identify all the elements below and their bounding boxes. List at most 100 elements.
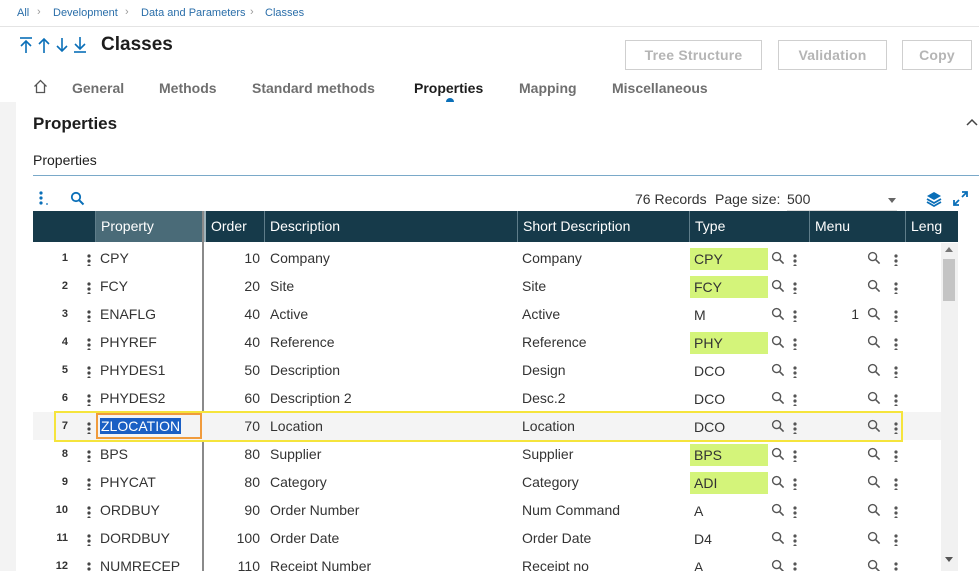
table-row[interactable]: 4 PHYREF 40 Reference Reference PHY — [33, 328, 941, 356]
expand-icon[interactable] — [952, 190, 969, 207]
table-row[interactable]: 8 BPS 80 Supplier Supplier BPS — [33, 440, 941, 468]
property-cell[interactable]: PHYDES1 — [100, 356, 200, 384]
menu-cell[interactable] — [833, 440, 859, 468]
description-cell[interactable]: Description 2 — [270, 384, 515, 412]
search-icon[interactable] — [771, 251, 785, 265]
table-row[interactable]: 3 ENAFLG 40 Active Active M 1 — [33, 300, 941, 328]
home-icon[interactable] — [33, 79, 48, 94]
type-kebab-icon[interactable] — [791, 390, 799, 406]
type-cell[interactable]: PHY — [690, 332, 768, 354]
row-actions-kebab-icon[interactable] — [85, 474, 93, 490]
row-actions-kebab-icon[interactable] — [85, 530, 93, 546]
search-icon[interactable] — [771, 307, 785, 321]
short-description-cell[interactable]: Order Date — [522, 524, 687, 552]
tree-structure-button[interactable]: Tree Structure — [625, 40, 762, 70]
search-icon[interactable] — [771, 447, 785, 461]
type-kebab-icon[interactable] — [791, 362, 799, 378]
property-cell[interactable]: BPS — [100, 440, 200, 468]
menu-kebab-icon[interactable] — [892, 334, 900, 350]
type-kebab-icon[interactable] — [791, 558, 799, 571]
menu-cell[interactable] — [833, 244, 859, 272]
table-row[interactable]: 1 CPY 10 Company Company CPY — [33, 244, 941, 272]
type-kebab-icon[interactable] — [791, 446, 799, 462]
row-actions-kebab-icon[interactable] — [85, 390, 93, 406]
menu-kebab-icon[interactable] — [892, 446, 900, 462]
property-cell[interactable]: FCY — [100, 272, 200, 300]
type-cell[interactable]: CPY — [690, 248, 768, 270]
order-cell[interactable]: 40 — [208, 328, 260, 356]
breadcrumb-data-parameters[interactable]: Data and Parameters — [141, 7, 246, 19]
description-cell[interactable]: Active — [270, 300, 515, 328]
validation-button[interactable]: Validation — [778, 40, 887, 70]
search-icon[interactable] — [867, 531, 881, 545]
search-icon[interactable] — [867, 475, 881, 489]
row-actions-kebab-icon[interactable] — [85, 250, 93, 266]
short-description-cell[interactable]: Design — [522, 356, 687, 384]
property-cell[interactable]: NUMRECEP — [100, 552, 200, 571]
short-description-cell[interactable]: Category — [522, 468, 687, 496]
description-cell[interactable]: Category — [270, 468, 515, 496]
row-actions-kebab-icon[interactable] — [85, 334, 93, 350]
short-description-cell[interactable]: Active — [522, 300, 687, 328]
type-cell[interactable]: BPS — [690, 444, 768, 466]
copy-button[interactable]: Copy — [902, 40, 972, 70]
row-actions-kebab-icon[interactable] — [85, 502, 93, 518]
type-kebab-icon[interactable] — [791, 530, 799, 546]
row-actions-kebab-icon[interactable] — [85, 362, 93, 378]
menu-kebab-icon[interactable] — [892, 306, 900, 322]
search-icon[interactable] — [867, 251, 881, 265]
order-cell[interactable]: 60 — [208, 384, 260, 412]
table-row[interactable]: 6 PHYDES2 60 Description 2 Desc.2 DCO — [33, 384, 941, 412]
arrow-first-icon[interactable] — [18, 36, 34, 54]
breadcrumb-development[interactable]: Development — [53, 7, 118, 19]
grid-scrollbar[interactable] — [941, 243, 958, 571]
menu-kebab-icon[interactable] — [892, 250, 900, 266]
arrow-down-icon[interactable] — [54, 36, 70, 54]
chevron-up-icon[interactable] — [966, 118, 978, 126]
description-cell[interactable]: Description — [270, 356, 515, 384]
breadcrumb-all[interactable]: All — [17, 7, 29, 19]
order-cell[interactable]: 80 — [208, 440, 260, 468]
type-cell[interactable]: DCO — [690, 388, 768, 410]
table-row[interactable]: 2 FCY 20 Site Site FCY — [33, 272, 941, 300]
menu-cell[interactable] — [833, 356, 859, 384]
col-header-type[interactable]: Type — [689, 211, 809, 242]
menu-kebab-icon[interactable] — [892, 502, 900, 518]
col-header-menu[interactable]: Menu — [809, 211, 905, 242]
menu-kebab-icon[interactable] — [892, 390, 900, 406]
breadcrumb-classes[interactable]: Classes — [265, 7, 304, 19]
type-kebab-icon[interactable] — [791, 502, 799, 518]
search-icon[interactable] — [867, 559, 881, 571]
property-cell[interactable]: PHYDES2 — [100, 384, 200, 412]
menu-kebab-icon[interactable] — [892, 558, 900, 571]
table-row[interactable]: 10 ORDBUY 90 Order Number Num Command A — [33, 496, 941, 524]
tab-mapping[interactable]: Mapping — [519, 80, 577, 96]
type-cell[interactable]: M — [690, 304, 768, 326]
short-description-cell[interactable]: Company — [522, 244, 687, 272]
page-size-select[interactable]: 500 — [787, 191, 897, 211]
menu-cell[interactable] — [833, 384, 859, 412]
search-icon[interactable] — [867, 363, 881, 377]
col-header-short-description[interactable]: Short Description — [517, 211, 689, 242]
property-cell[interactable]: DORDBUY — [100, 524, 200, 552]
scroll-down-icon[interactable] — [945, 557, 953, 562]
table-row[interactable]: 9 PHYCAT 80 Category Category ADI — [33, 468, 941, 496]
order-cell[interactable]: 80 — [208, 468, 260, 496]
row-actions-kebab-icon[interactable] — [85, 446, 93, 462]
property-cell[interactable]: PHYCAT — [100, 468, 200, 496]
short-description-cell[interactable]: Supplier — [522, 440, 687, 468]
type-kebab-icon[interactable] — [791, 278, 799, 294]
search-icon[interactable] — [867, 447, 881, 461]
kebab-icon[interactable] — [38, 190, 50, 206]
type-cell[interactable]: A — [690, 500, 768, 522]
description-cell[interactable]: Reference — [270, 328, 515, 356]
search-icon[interactable] — [771, 279, 785, 293]
menu-cell[interactable] — [833, 468, 859, 496]
row-actions-kebab-icon[interactable] — [85, 306, 93, 322]
search-icon[interactable] — [867, 335, 881, 349]
order-cell[interactable]: 110 — [208, 552, 260, 571]
description-cell[interactable]: Supplier — [270, 440, 515, 468]
property-cell[interactable]: CPY — [100, 244, 200, 272]
search-icon[interactable] — [771, 363, 785, 377]
table-row[interactable]: 11 DORDBUY 100 Order Date Order Date D4 — [33, 524, 941, 552]
